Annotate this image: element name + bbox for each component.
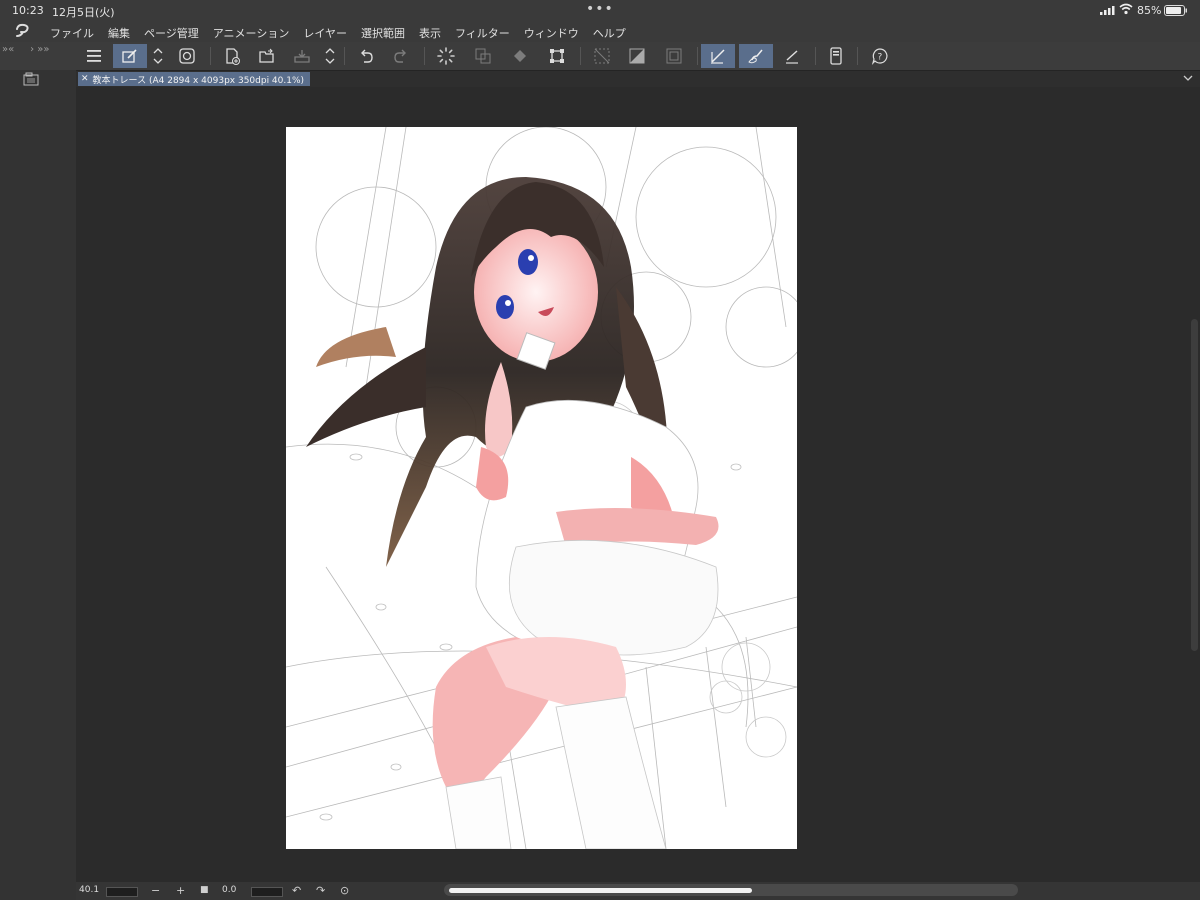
help-icon[interactable]: ? [863, 44, 897, 68]
reset-rotation-icon[interactable]: ⊙ [340, 884, 349, 897]
close-tab-icon[interactable]: ✕ [81, 74, 89, 84]
artwork-canvas[interactable] [286, 127, 797, 849]
file-chevrons-icon[interactable] [322, 44, 338, 68]
sync-icon[interactable] [170, 44, 204, 68]
brush-snap-icon[interactable] [739, 44, 773, 68]
mode-switch-chevrons-icon[interactable] [150, 44, 166, 68]
rotate-left-icon[interactable]: ↶ [292, 884, 301, 897]
menu-help[interactable]: ヘルプ [593, 25, 626, 41]
document-tab-title: 教本トレース (A4 2894 x 4093px 350dpi 40.1%) [92, 75, 305, 86]
toolbar-divider [697, 47, 698, 65]
multitask-dots-icon[interactable]: ••• [586, 1, 614, 17]
menu-file[interactable]: ファイル [50, 25, 94, 41]
material-folder-icon[interactable] [23, 72, 39, 86]
fit-view-button[interactable]: ■ [200, 885, 209, 895]
edit-mode-icon[interactable] [113, 44, 147, 68]
toolbar-divider [424, 47, 425, 65]
hamburger-menu-icon[interactable] [78, 44, 112, 68]
menu-page-management[interactable]: ページ管理 [144, 25, 199, 41]
redo-icon[interactable] [384, 44, 418, 68]
status-time: 10:23 [12, 4, 44, 17]
toolbar-divider [857, 47, 858, 65]
menu-layer[interactable]: レイヤー [303, 25, 347, 41]
cellular-signal-icon [1100, 6, 1115, 15]
zoom-value[interactable]: 40.1 [79, 885, 99, 895]
svg-text:?: ? [878, 53, 883, 63]
chevron-down-icon[interactable] [1182, 72, 1194, 84]
transform-icon[interactable] [540, 44, 574, 68]
ruler-snap-icon[interactable] [701, 44, 735, 68]
app-logo-icon[interactable] [14, 23, 32, 39]
toolbar-divider [815, 47, 816, 65]
toolbar-divider [210, 47, 211, 65]
battery-icon [1164, 5, 1187, 16]
undo-icon[interactable] [349, 44, 383, 68]
select-all-icon[interactable] [657, 44, 691, 68]
wifi-icon [1119, 3, 1133, 15]
toolbar-divider [580, 47, 581, 65]
rotate-right-icon[interactable]: ↷ [316, 884, 325, 897]
save-file-icon[interactable] [285, 44, 319, 68]
vertical-scrollbar-thumb[interactable] [1191, 319, 1198, 651]
status-date: 12月5日(火) [52, 6, 115, 19]
open-file-icon[interactable] [250, 44, 284, 68]
copy-paste-icon[interactable] [466, 44, 500, 68]
menu-window[interactable]: ウィンドウ [524, 25, 579, 41]
menu-selection[interactable]: 選択範囲 [361, 25, 405, 41]
new-file-icon[interactable] [215, 44, 249, 68]
document-tab-bar: ✕ 教本トレース (A4 2894 x 4093px 350dpi 40.1%) [76, 71, 1200, 87]
artwork-illustration [286, 127, 797, 849]
zoom-in-button[interactable]: + [176, 884, 185, 897]
zoom-slider[interactable] [106, 887, 138, 897]
status-bar: 10:23 12月5日(火) ••• 85% [0, 0, 1200, 22]
document-tab[interactable]: ✕ 教本トレース (A4 2894 x 4093px 350dpi 40.1%) [78, 72, 311, 86]
menu-bar: ファイル 編集 ページ管理 アニメーション レイヤー 選択範囲 表示 フィルター… [0, 22, 1200, 42]
menu-animation[interactable]: アニメーション [213, 25, 290, 41]
zoom-out-button[interactable]: − [151, 884, 160, 897]
battery-percentage: 85% [1137, 4, 1162, 17]
companion-device-icon[interactable] [819, 44, 853, 68]
command-bar: ? [0, 42, 1200, 71]
canvas-area[interactable] [76, 87, 1188, 882]
menu-view[interactable]: 表示 [419, 25, 441, 41]
left-panel [0, 70, 77, 900]
special-ruler-snap-icon[interactable] [775, 44, 809, 68]
loading-spinner-icon[interactable] [429, 44, 463, 68]
panel-collapse-arrows-icon[interactable]: »« › »» [2, 44, 50, 55]
menu-edit[interactable]: 編集 [108, 25, 130, 41]
deselect-icon[interactable] [585, 44, 619, 68]
invert-selection-icon[interactable] [620, 44, 654, 68]
toolbar-divider [344, 47, 345, 65]
fill-bucket-icon[interactable] [503, 44, 537, 68]
vertical-scrollbar[interactable] [1189, 87, 1200, 882]
home-indicator[interactable] [449, 888, 752, 893]
rotation-value[interactable]: 0.0 [222, 885, 236, 895]
rotation-slider[interactable] [251, 887, 283, 897]
menu-filter[interactable]: フィルター [455, 25, 510, 41]
